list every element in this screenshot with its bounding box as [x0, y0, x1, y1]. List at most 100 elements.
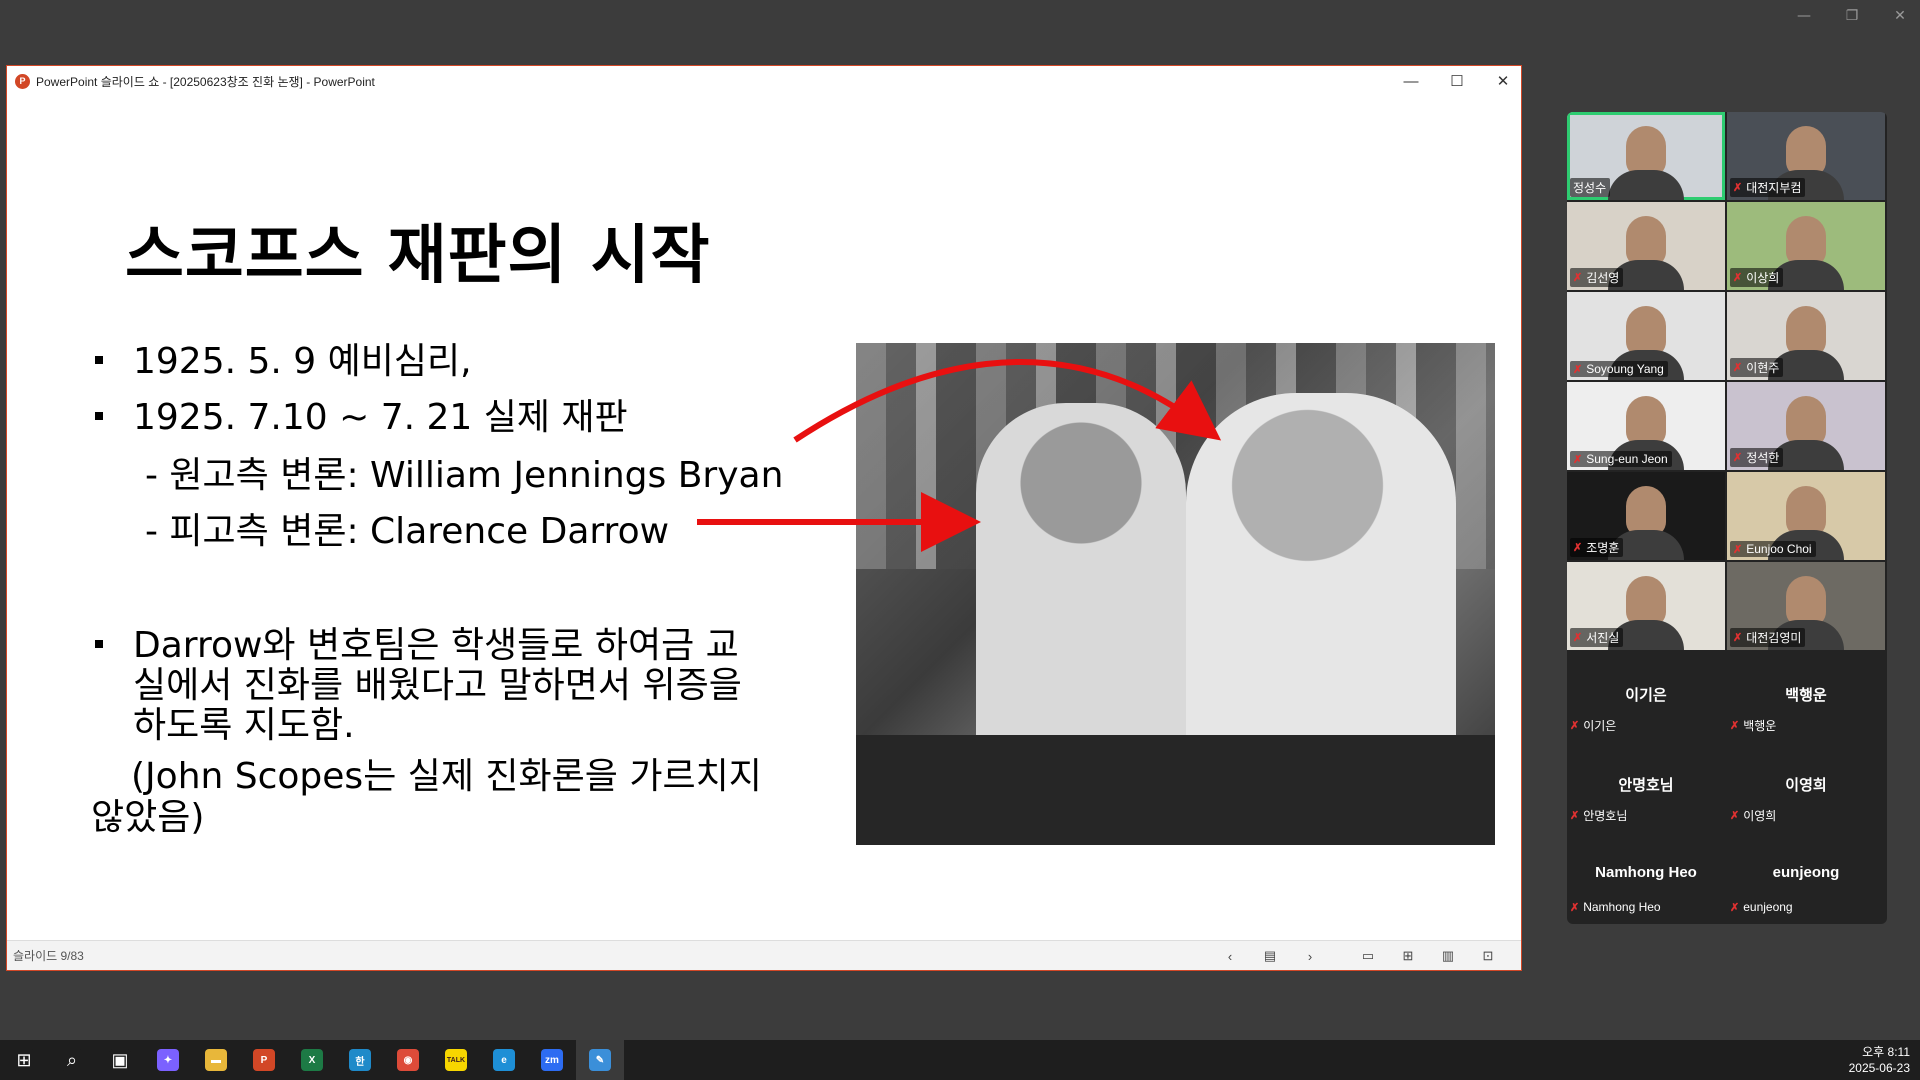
- notes-icon[interactable]: ▤: [1261, 948, 1279, 964]
- participant-name-label: ✗ 이현주: [1730, 358, 1784, 377]
- participant-face: [1786, 306, 1826, 356]
- participant-audio-tile[interactable]: 백행운 ✗ 백행운: [1727, 652, 1885, 740]
- chevron-right-icon[interactable]: ›: [1301, 949, 1319, 964]
- taskbar-zoom-button[interactable]: zm: [528, 1040, 576, 1080]
- participant-name-label: ✗ 김선영: [1570, 268, 1624, 287]
- participant-name-label: ✗ Sung-eun Jeon: [1570, 451, 1672, 467]
- participant-video-tile[interactable]: ✗ 이현주: [1727, 292, 1885, 380]
- participant-video-tile[interactable]: 정성수: [1567, 112, 1725, 200]
- muted-mic-icon: ✗: [1573, 542, 1583, 554]
- powerpoint-logo-icon: P: [15, 73, 30, 89]
- muted-mic-icon: ✗: [1733, 272, 1743, 284]
- participant-audio-tile[interactable]: Namhong Heo ✗ Namhong Heo: [1567, 832, 1725, 920]
- bullet-actual-trial: 1925. 7.10 ~ 7. 21 실제 재판: [95, 398, 628, 438]
- taskbar-kakaotalk-button[interactable]: TALK: [432, 1040, 480, 1080]
- participant-name-label: ✗ 대전지부컴: [1730, 178, 1806, 197]
- muted-mic-icon: ✗: [1573, 363, 1583, 376]
- participant-video-tile[interactable]: ✗ 대전지부컴: [1727, 112, 1885, 200]
- clock-date: 2025-06-23: [1848, 1061, 1910, 1075]
- participant-name-label: ✗ 이상희: [1730, 268, 1784, 287]
- taskbar-excel-button[interactable]: X: [288, 1040, 336, 1080]
- note-line: (John Scopes는 실제 진화론을 가르치지: [131, 756, 762, 797]
- bullet-preliminary-hearing: 1925. 5. 9 예비심리,: [95, 341, 472, 382]
- close-button[interactable]: ✕: [1495, 72, 1511, 90]
- participant-face: [1786, 576, 1826, 626]
- maximize-button[interactable]: ☐: [1449, 72, 1465, 90]
- clock-time: 오후 8:11: [1862, 1045, 1910, 1059]
- participant-video-tile[interactable]: ✗ 조명훈: [1567, 472, 1725, 560]
- participant-name: Namhong Heo: [1583, 900, 1661, 914]
- participant-display-name: Namhong Heo: [1595, 864, 1697, 881]
- normal-view-icon[interactable]: ▭: [1359, 948, 1377, 964]
- taskbar-powerpoint-button[interactable]: P: [240, 1040, 288, 1080]
- participant-name: 김선영: [1586, 271, 1620, 285]
- taskbar-search-button[interactable]: ⌕: [48, 1040, 96, 1080]
- edge-icon: e: [493, 1049, 515, 1071]
- participant-video-tile[interactable]: ✗ Soyoung Yang: [1567, 292, 1725, 380]
- kakaotalk-icon: TALK: [445, 1049, 467, 1071]
- note-line: 않았음): [91, 797, 205, 838]
- participant-video-tile[interactable]: ✗ 이상희: [1727, 202, 1885, 290]
- participant-display-name: eunjeong: [1772, 864, 1840, 881]
- taskbar-edge-button[interactable]: e: [480, 1040, 528, 1080]
- participant-name-label: ✗ eunjeong: [1730, 900, 1793, 914]
- muted-mic-icon: ✗: [1730, 810, 1740, 822]
- slideshow-icon[interactable]: ⊡: [1479, 948, 1497, 964]
- copilot-icon: ✦: [157, 1049, 179, 1071]
- chevron-left-icon[interactable]: ‹: [1221, 949, 1239, 964]
- sub-bullet-prosecution: - 원고측 변론: William Jennings Bryan: [145, 455, 784, 496]
- ppt-window-controls: — ☐ ✕: [1403, 66, 1511, 96]
- taskbar-whiteboard-button[interactable]: ✎: [576, 1040, 624, 1080]
- slide-sorter-icon[interactable]: ⊞: [1399, 948, 1417, 964]
- bullet-perjury: Darrow와 변호팀은 학생들로 하여금 교 실에서 진화를 배웠다고 말하면…: [95, 626, 742, 746]
- minimize-button[interactable]: —: [1403, 73, 1419, 90]
- participant-name: 이상희: [1746, 271, 1780, 285]
- participant-name: 이기은: [1583, 719, 1617, 733]
- slideshow-statusbar: 슬라이드 9/83 ‹ ▤ › ▭ ⊞ ▥ ⊡: [7, 940, 1521, 970]
- reading-view-icon[interactable]: ▥: [1439, 948, 1457, 964]
- bullet-text: 1925. 5. 9 예비심리,: [133, 341, 472, 382]
- search-icon: ⌕: [61, 1049, 83, 1071]
- bullet-line: 실에서 진화를 배웠다고 말하면서 위증을: [133, 665, 742, 706]
- system-clock[interactable]: 오후 8:11 2025-06-23: [1849, 1044, 1910, 1076]
- muted-mic-icon: ✗: [1573, 453, 1583, 466]
- muted-mic-icon: ✗: [1573, 272, 1583, 284]
- muted-mic-icon: ✗: [1733, 543, 1743, 556]
- muted-mic-icon: ✗: [1733, 632, 1743, 644]
- taskbar-chrome-button[interactable]: ◉: [384, 1040, 432, 1080]
- participant-video-tile[interactable]: ✗ 김선영: [1567, 202, 1725, 290]
- participant-audio-tile[interactable]: 이영희 ✗ 이영희: [1727, 742, 1885, 830]
- taskbar-copilot-button[interactable]: ✦: [144, 1040, 192, 1080]
- taskbar-hancom-button[interactable]: 한: [336, 1040, 384, 1080]
- participant-video-tile[interactable]: ✗ Eunjoo Choi: [1727, 472, 1885, 560]
- participant-face: [1626, 396, 1666, 446]
- participant-video-tile[interactable]: ✗ 대전김영미: [1727, 562, 1885, 650]
- powerpoint-titlebar[interactable]: P PowerPoint 슬라이드 쇼 - [20250623창조 진화 논쟁]…: [7, 66, 1521, 96]
- participant-video-tile[interactable]: ✗ 서진실: [1567, 562, 1725, 650]
- close-icon[interactable]: ✕: [1890, 8, 1910, 24]
- table-foreground: [856, 735, 1495, 845]
- participant-audio-tile[interactable]: 이기은 ✗ 이기은: [1567, 652, 1725, 740]
- zoom-icon: zm: [541, 1049, 563, 1071]
- slide-counter: 슬라이드 9/83: [13, 949, 84, 963]
- participant-name-label: ✗ 안명호님: [1570, 807, 1627, 824]
- participant-audio-tile[interactable]: 안명호님 ✗ 안명호님: [1567, 742, 1725, 830]
- slide-canvas[interactable]: 스코프스 재판의 시작 1925. 5. 9 예비심리, 1925. 7.10 …: [7, 96, 1521, 942]
- taskbar-file-explorer-button[interactable]: ▬: [192, 1040, 240, 1080]
- participant-face: [1626, 306, 1666, 356]
- participant-audio-tile[interactable]: eunjeong ✗ eunjeong: [1727, 832, 1885, 920]
- participant-display-name: 백행운: [1785, 687, 1827, 704]
- participant-name: Soyoung Yang: [1586, 362, 1664, 376]
- minimize-icon[interactable]: —: [1794, 8, 1814, 24]
- muted-mic-icon: ✗: [1730, 901, 1740, 914]
- participants-panel: 정성수 ✗ 대전지부컴 ✗ 김선영 ✗ 이상희 ✗ Soyoung Yang ✗ 이현주 ✗ Sung-…: [1567, 112, 1887, 924]
- participant-video-tile[interactable]: ✗ 정석한: [1727, 382, 1885, 470]
- participant-name-label: ✗ 백행운: [1730, 717, 1776, 734]
- participant-name-label: 정성수: [1570, 178, 1611, 197]
- restore-icon[interactable]: ❐: [1842, 8, 1862, 24]
- participant-face: [1786, 486, 1826, 536]
- participant-video-tile[interactable]: ✗ Sung-eun Jeon: [1567, 382, 1725, 470]
- participant-name: 정석한: [1746, 451, 1780, 465]
- taskbar-windows-start-button[interactable]: ⊞: [0, 1040, 48, 1080]
- taskbar-task-view-button[interactable]: ▣: [96, 1040, 144, 1080]
